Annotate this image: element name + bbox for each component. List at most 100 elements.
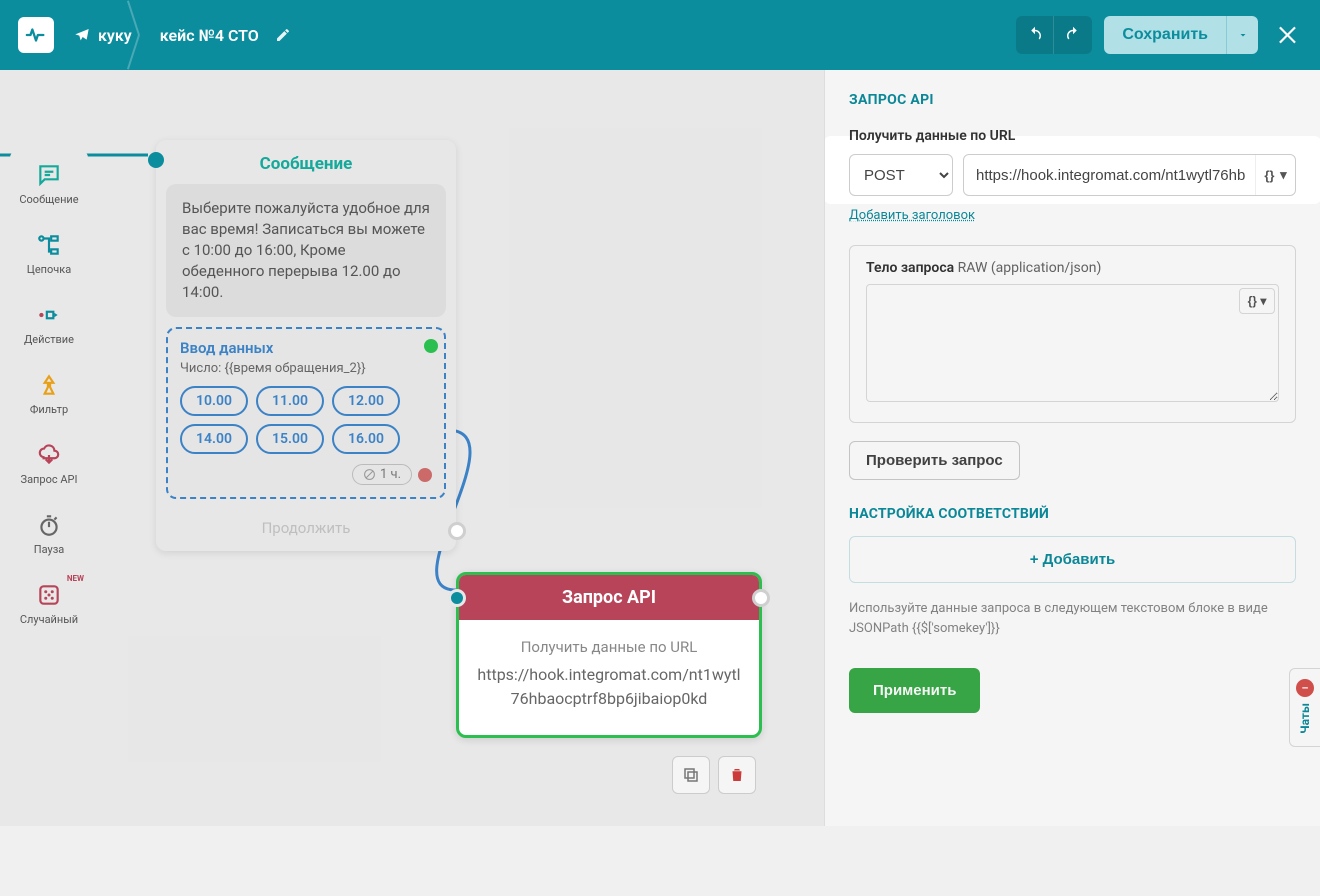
chip[interactable]: 14.00 [180,424,248,454]
redo-icon [1064,26,1082,44]
continue-row: Продолжить [156,511,456,551]
save-group: Сохранить [1104,16,1258,54]
body-textarea[interactable] [866,284,1279,402]
dice-icon [36,582,62,608]
braces-button[interactable]: {} ▾ [1255,155,1295,195]
timeout-row: 1 ч. [180,464,432,485]
undo-redo-group [1016,16,1092,54]
trash-icon [728,766,746,784]
continue-outport[interactable] [448,522,466,540]
undo-button[interactable] [1016,16,1054,54]
node-api-title: Запрос API [562,587,656,608]
message-icon [36,162,62,188]
body-textarea-wrap: {} ▾ [866,284,1279,406]
save-caret[interactable] [1226,16,1258,54]
breadcrumb-current: кейс №4 СТО [160,26,291,45]
http-method-select[interactable]: POST [849,154,953,196]
input-chips: 10.00 11.00 12.00 14.00 15.00 16.00 [180,386,432,454]
app-logo[interactable] [18,17,54,53]
chevron-down-icon [1237,29,1249,41]
tool-sidebar: Сообщение Цепочка Действие Фильтр Запрос… [10,150,88,636]
node-api-body: Получить данные по URL https://hook.inte… [459,620,759,735]
chip[interactable]: 15.00 [256,424,324,454]
chain-icon [36,232,62,258]
add-header-link[interactable]: Добавить заголовок [849,208,975,223]
copy-icon [682,766,700,784]
tool-pause[interactable]: Пауза [10,500,88,566]
timeout-pill[interactable]: 1 ч. [352,464,412,485]
new-badge: NEW [67,574,84,583]
chats-label: Чаты [1298,703,1312,734]
breadcrumb-parent-label: куку [98,26,132,45]
body-braces-button[interactable]: {} ▾ [1239,288,1275,314]
chats-count: – [1296,679,1314,697]
save-button[interactable]: Сохранить [1104,16,1226,54]
topbar-actions: Сохранить [1016,16,1302,54]
filter-icon [36,372,62,398]
braces-label: {} [1264,168,1274,183]
node-api-subtitle: Получить данные по URL [477,636,741,659]
chip[interactable]: 16.00 [332,424,400,454]
tool-label: Случайный [20,613,78,626]
timeout-outport[interactable] [418,468,432,482]
chip[interactable]: 11.00 [256,386,324,416]
duplicate-button[interactable] [672,756,710,794]
block-icon [363,468,376,481]
breadcrumb-divider [132,0,160,70]
mapping-hint: Используйте данные запроса в следующем т… [849,599,1296,638]
tool-action[interactable]: Действие [10,290,88,356]
canvas-overlay: Сообщение Цепочка Действие Фильтр Запрос… [0,70,824,826]
tool-label: Пауза [34,543,65,556]
node-message-body: Выберите пожалуйста удобное для вас врем… [166,184,446,317]
request-body-box: Тело запроса RAW (application/json) {} ▾ [849,245,1296,423]
node-input-outport[interactable] [424,339,438,353]
pencil-icon[interactable] [275,27,291,43]
cloud-api-icon [36,442,62,468]
redo-button[interactable] [1054,16,1092,54]
node-inport[interactable] [148,152,164,168]
tool-label: Цепочка [27,263,71,276]
tool-api[interactable]: Запрос API [10,430,88,496]
url-row: POST {} ▾ [849,154,1296,196]
topbar: куку кейс №4 СТО Сохранить [0,0,1320,70]
add-mapping-button[interactable]: + Добавить [849,536,1296,583]
breadcrumb-parent[interactable]: куку [74,26,132,45]
input-subtitle: Число: {{время обращения_2}} [180,361,432,376]
url-input[interactable] [963,154,1296,196]
check-request-button[interactable]: Проверить запрос [849,441,1020,480]
telegram-icon [74,27,90,43]
stopwatch-icon [36,512,62,538]
tool-chain[interactable]: Цепочка [10,220,88,286]
node-api[interactable]: Запрос API Получить данные по URL https:… [456,572,762,738]
chats-tab[interactable]: – Чаты [1289,668,1320,747]
tool-label: Действие [24,333,74,346]
node-api-titlebar: Запрос API [459,575,759,620]
continue-label: Продолжить [262,519,351,537]
body-label-strong: Тело запроса [866,260,954,276]
node-api-outport[interactable] [752,589,770,607]
input-title: Ввод данных [180,339,432,357]
tool-label: Фильтр [30,403,68,416]
apply-button[interactable]: Применить [849,668,980,713]
node-input-block: Ввод данных Число: {{время обращения_2}}… [166,327,446,499]
chip[interactable]: 10.00 [180,386,248,416]
url-section-label: Получить данные по URL [849,128,1296,144]
pulse-icon [25,24,47,46]
tool-filter[interactable]: Фильтр [10,360,88,426]
delete-button[interactable] [718,756,756,794]
node-api-inport[interactable] [448,589,466,607]
chip[interactable]: 12.00 [332,386,400,416]
node-message[interactable]: Сообщение Выберите пожалуйста удобное дл… [156,140,456,551]
node-tools [672,756,756,794]
tool-message[interactable]: Сообщение [10,150,88,216]
node-api-url: https://hook.integromat.com/nt1wytl76hba… [477,663,741,711]
body-label-hint: RAW (application/json) [958,260,1102,276]
action-icon [36,302,62,328]
braces-label: {} [1248,294,1257,308]
body-label: Тело запроса RAW (application/json) [866,260,1279,276]
panel-heading: ЗАПРОС API [849,92,1296,108]
close-button[interactable] [1276,22,1302,48]
tool-random[interactable]: NEW Случайный [10,570,88,636]
undo-icon [1026,26,1044,44]
node-message-title: Сообщение [156,140,456,184]
